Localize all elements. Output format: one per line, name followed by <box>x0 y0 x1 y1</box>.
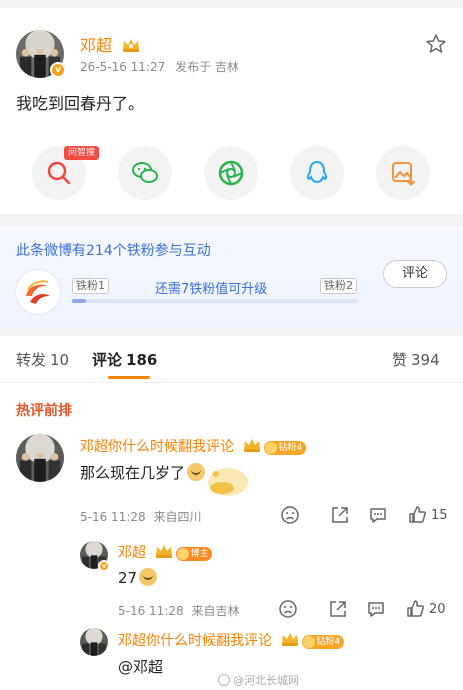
tab-bar: 转发 10 评论 186 赞 394 <box>0 336 463 382</box>
fan-crown-icon <box>123 39 140 52</box>
like-comment-icon[interactable] <box>406 599 426 619</box>
esfp-sticker-icon <box>208 468 248 496</box>
fan-level-badge: 钻粉4 <box>302 635 345 649</box>
comment-text: 那么现在几岁了 <box>80 462 206 483</box>
weibo-post-page: v 邓超 26-5-16 11:27 发布于 吉林 我吃到回春丹了。 问智搜 此… <box>0 0 463 690</box>
doge-emoji-icon <box>139 568 158 586</box>
fan-swirl-icon <box>26 280 50 304</box>
post-meta: 26-5-16 11:27 发布于 吉林 <box>80 58 245 75</box>
reply-author-name[interactable]: 邓超你什么时候翻我评论 钻粉4 <box>118 630 345 650</box>
comment-location: 来自四川 <box>153 510 202 524</box>
fan-section: 此条微博有214个铁粉参与互动 铁粉1 还需7铁粉值可升级 铁粉2 评论 <box>0 226 463 328</box>
fan-upgrade-hint: 还需7铁粉值可升级 <box>155 282 268 297</box>
fan-level-badge: 钻粉4 <box>264 441 307 455</box>
qq-icon <box>306 160 328 184</box>
like-count: 20 <box>429 602 446 617</box>
author-name[interactable]: 邓超 <box>80 32 141 56</box>
save-image-icon <box>392 162 416 186</box>
search-ai-icon <box>47 161 71 185</box>
verified-icon: v <box>98 560 110 572</box>
fan-level-next: 铁粉2 <box>320 278 357 294</box>
tab-repost[interactable]: 转发 10 <box>16 349 69 370</box>
moments-icon <box>218 160 244 186</box>
fan-crown-icon <box>282 633 299 646</box>
weibo-logo-icon <box>218 674 230 686</box>
commenter-avatar[interactable] <box>16 434 64 482</box>
mid-divider <box>0 214 463 226</box>
tab-divider <box>0 382 463 383</box>
share-comment-icon[interactable] <box>330 505 350 525</box>
reply-text: 27 <box>118 568 158 587</box>
fan-logo <box>16 270 60 314</box>
watermark: @河北长城网 <box>218 672 299 688</box>
tab-repost-label: 转发 <box>16 351 47 369</box>
fan-crown-icon <box>244 439 261 452</box>
comment-time: 5-16 11:28 <box>80 510 146 524</box>
commenter-name-text: 邓超你什么时候翻我评论 <box>80 439 234 455</box>
post-time: 26-5-16 11:27 <box>80 60 166 74</box>
fan-crown-icon <box>156 545 173 558</box>
reply-author-name-text: 邓超 <box>118 545 146 561</box>
tab-comment-count: 186 <box>126 351 158 369</box>
dislike-icon[interactable] <box>280 505 300 525</box>
post-source: 发布于 吉林 <box>175 60 239 74</box>
doge-emoji-icon <box>187 463 206 481</box>
avatar-figures <box>82 642 106 656</box>
tab-like-count: 394 <box>411 351 440 369</box>
tab-repost-count: 10 <box>50 351 70 369</box>
wechat-share-button[interactable] <box>118 146 172 200</box>
comment-meta: 5-16 11:28 来自四川 <box>80 508 205 525</box>
favorite-star-icon[interactable] <box>424 32 448 56</box>
fan-level-current: 铁粉1 <box>72 278 109 294</box>
reply-author-name[interactable]: 邓超 博主 <box>118 542 213 562</box>
fan-progress-fill <box>72 299 87 303</box>
low-divider <box>0 328 463 336</box>
reply-time: 5-16 11:28 <box>118 604 184 618</box>
author-name-text: 邓超 <box>80 36 113 55</box>
tab-comment-label: 评论 <box>92 351 123 369</box>
dislike-icon[interactable] <box>278 599 298 619</box>
post-text: 我吃到回春丹了。 <box>16 94 145 113</box>
blogger-badge: 博主 <box>176 547 213 561</box>
comment-button[interactable]: 评论 <box>383 260 447 288</box>
tab-active-indicator <box>108 376 150 379</box>
verified-icon: v <box>50 62 66 78</box>
fan-progress-bar <box>72 299 358 303</box>
tab-like-label: 赞 <box>392 351 408 369</box>
reply-location: 来自吉林 <box>191 604 240 618</box>
search-ai-tag: 问智搜 <box>64 146 100 160</box>
avatar-figures <box>19 453 61 482</box>
reply-author-name-text: 邓超你什么时候翻我评论 <box>118 633 272 649</box>
reply-text-content: 27 <box>118 569 138 587</box>
hot-comments-title: 热评前排 <box>16 403 72 419</box>
share-comment-icon[interactable] <box>328 599 348 619</box>
tab-comment[interactable]: 评论 186 <box>92 349 157 370</box>
like-comment-icon[interactable] <box>408 505 428 525</box>
fan-title: 此条微博有214个铁粉参与互动 <box>16 243 211 259</box>
wechat-icon <box>132 162 158 183</box>
commenter-name[interactable]: 邓超你什么时候翻我评论 钻粉4 <box>80 436 307 456</box>
reply-comment-icon[interactable] <box>368 505 388 525</box>
tab-like[interactable]: 赞 394 <box>392 349 440 370</box>
comment-text-content: 那么现在几岁了 <box>80 464 186 482</box>
save-image-button[interactable] <box>376 146 430 200</box>
like-count: 15 <box>431 508 448 523</box>
top-divider <box>0 0 463 8</box>
reply-text: @邓超 <box>118 658 164 676</box>
reply-meta: 5-16 11:28 来自吉林 <box>118 602 243 619</box>
qq-share-button[interactable] <box>290 146 344 200</box>
reply-author-avatar[interactable] <box>80 628 108 656</box>
moments-share-button[interactable] <box>204 146 258 200</box>
reply-comment-icon[interactable] <box>366 599 386 619</box>
watermark-text: @河北长城网 <box>233 674 299 687</box>
